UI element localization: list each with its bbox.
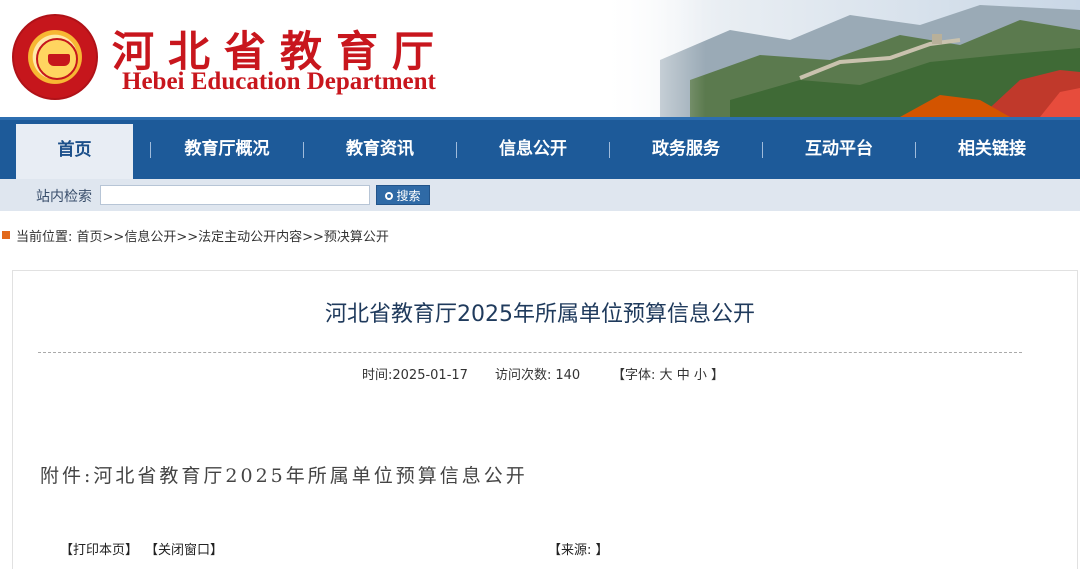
article-title: 河北省教育厅2025年所属单位预算信息公开 <box>325 302 755 327</box>
site-title-english: Hebei Education Department <box>122 68 436 95</box>
font-size-close: 】 <box>711 368 725 383</box>
search-label: 站内检索 <box>36 189 92 205</box>
nav-divider <box>609 142 610 158</box>
font-size-small-link[interactable]: 小 <box>694 368 707 383</box>
font-size-large-link[interactable]: 大 <box>660 368 673 383</box>
nav-divider <box>762 142 763 158</box>
search-button[interactable]: 搜索 <box>376 185 430 205</box>
nav-education-news[interactable]: 教育资讯 <box>305 120 455 179</box>
publish-time: 时间:2025-01-17 <box>362 364 468 383</box>
visit-count: 访问次数: 140 <box>495 364 580 383</box>
visit-count-label: 访问次数: <box>495 368 552 383</box>
font-size-label: 【字体: <box>612 368 656 383</box>
font-size-controls: 【字体: 大 中 小 】 <box>612 364 724 383</box>
main-navigation: 首页 教育厅概况 教育资讯 信息公开 政务服务 互动平台 相关链接 <box>0 117 1080 182</box>
nav-divider <box>150 142 151 158</box>
great-wall-banner-image <box>600 0 1080 117</box>
visit-count-value: 140 <box>555 368 581 383</box>
nav-related-links[interactable]: 相关链接 <box>917 120 1067 179</box>
breadcrumb-marker-icon <box>2 231 10 239</box>
nav-interactive-platform[interactable]: 互动平台 <box>764 120 914 179</box>
attachment-link[interactable]: 附件:河北省教育厅2025年所属单位预算信息公开 <box>40 461 528 488</box>
emblem-center <box>36 38 78 80</box>
print-page-link[interactable]: 【打印本页】 <box>60 539 138 558</box>
nav-home[interactable]: 首页 <box>16 124 133 182</box>
font-size-medium-link[interactable]: 中 <box>677 368 690 383</box>
book-icon <box>48 54 70 66</box>
department-emblem-logo <box>12 14 98 100</box>
breadcrumb-path[interactable]: 首页>>信息公开>>法定主动公开内容>>预决算公开 <box>77 230 389 245</box>
title-divider <box>38 352 1022 353</box>
search-icon <box>385 192 394 200</box>
nav-divider <box>303 142 304 158</box>
nav-divider <box>915 142 916 158</box>
publish-time-label: 时间: <box>362 368 393 383</box>
nav-department-overview[interactable]: 教育厅概况 <box>152 120 302 179</box>
source-info: 【来源: 】 <box>548 543 609 558</box>
breadcrumb-prefix: 当前位置: <box>16 230 73 245</box>
site-search-bar: 站内检索 搜索 <box>0 179 1080 211</box>
site-header: 河北省教育厅 Hebei Education Department <box>0 0 1080 117</box>
publish-time-value: 2025-01-17 <box>392 368 468 383</box>
nav-government-services[interactable]: 政务服务 <box>611 120 761 179</box>
search-input[interactable] <box>100 185 370 205</box>
nav-information-disclosure[interactable]: 信息公开 <box>458 120 608 179</box>
nav-divider <box>456 142 457 158</box>
close-window-link[interactable]: 【关闭窗口】 <box>145 539 223 558</box>
breadcrumb: 当前位置: 首页>>信息公开>>法定主动公开内容>>预决算公开 <box>16 226 389 245</box>
search-button-label: 搜索 <box>396 189 421 203</box>
